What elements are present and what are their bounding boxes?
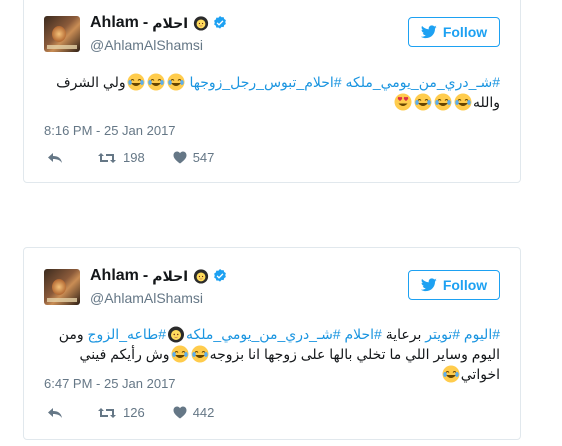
tweet-text-segment: برعاية xyxy=(381,326,426,342)
like-button[interactable]: 547 xyxy=(173,150,215,165)
follow-button[interactable]: Follow xyxy=(408,17,500,47)
joy-emoji-icon xyxy=(167,73,185,91)
joy-emoji-icon xyxy=(127,73,145,91)
retweet-icon xyxy=(98,152,116,163)
avatar[interactable] xyxy=(44,16,80,52)
display-name: Ahlam xyxy=(90,267,139,284)
tweet-text: #شـ_دري_من_يومي_ملكه #احلام_تبوس_رجل_زوج… xyxy=(44,72,500,112)
retweet-count: 126 xyxy=(123,405,145,420)
heart-eyes-emoji-icon xyxy=(394,93,412,111)
like-count: 547 xyxy=(192,150,215,165)
author-name[interactable]: Ahlam - احلام xyxy=(90,267,228,285)
joy-emoji-icon xyxy=(434,93,452,111)
avatar[interactable] xyxy=(44,269,80,305)
follow-button[interactable]: Follow xyxy=(408,270,500,300)
hashtag-link[interactable]: #احلام xyxy=(344,326,381,342)
woman-hijab-emoji-icon xyxy=(167,325,185,343)
follow-label: Follow xyxy=(442,24,488,40)
name-separator: - xyxy=(142,267,149,284)
reply-button[interactable] xyxy=(47,407,69,419)
woman-hijab-icon xyxy=(193,15,209,31)
hashtag-link[interactable]: #تويتر xyxy=(425,326,460,342)
joy-emoji-icon xyxy=(191,345,209,363)
tweet-timestamp[interactable]: 8:16 PM - 25 Jan 2017 xyxy=(44,123,176,138)
hashtag-link[interactable]: #طاعه_الزوج xyxy=(88,326,167,342)
joy-emoji-icon xyxy=(147,73,165,91)
hashtag-link[interactable]: #اليوم xyxy=(464,326,500,342)
joy-emoji-icon xyxy=(442,365,460,383)
tweet-card: Ahlam - احلام @AhlamAlShamsi Follow #الي… xyxy=(23,247,521,440)
tweet-timestamp[interactable]: 6:47 PM - 25 Jan 2017 xyxy=(44,376,176,391)
retweet-icon xyxy=(98,407,116,418)
like-count: 442 xyxy=(192,405,215,420)
like-button[interactable]: 442 xyxy=(173,405,215,420)
tweet-actions: 126 442 xyxy=(47,405,242,420)
reply-icon xyxy=(48,407,62,418)
verified-badge-icon xyxy=(212,268,228,284)
author-handle[interactable]: @AhlamAlShamsi xyxy=(90,37,203,53)
twitter-bird-icon xyxy=(420,25,437,39)
author-name[interactable]: Ahlam - احلام xyxy=(90,14,228,32)
author-handle[interactable]: @AhlamAlShamsi xyxy=(90,290,203,306)
heart-icon xyxy=(173,151,187,164)
twitter-bird-icon xyxy=(420,278,437,292)
name-separator: - xyxy=(142,14,149,31)
hashtag-link[interactable]: #شـ_دري_من_يومي_ملكه xyxy=(186,326,341,342)
hashtag-link[interactable]: #شـ_دري_من_يومي_ملكه xyxy=(345,74,500,90)
display-name: Ahlam xyxy=(90,14,139,31)
heart-icon xyxy=(173,406,187,419)
joy-emoji-icon xyxy=(454,93,472,111)
tweet-actions: 198 547 xyxy=(47,150,242,165)
reply-button[interactable] xyxy=(47,152,69,164)
tweet-card: Ahlam - احلام @AhlamAlShamsi Follow #شـ_… xyxy=(23,0,521,183)
reply-icon xyxy=(48,152,62,163)
hashtag-link[interactable]: #احلام_تبوس_رجل_زوجها xyxy=(189,74,341,90)
retweet-count: 198 xyxy=(123,150,145,165)
joy-emoji-icon xyxy=(171,345,189,363)
verified-badge-icon xyxy=(212,15,228,31)
joy-emoji-icon xyxy=(414,93,432,111)
display-name-arabic: احلام xyxy=(152,14,189,31)
tweet-text: #اليوم #تويتر برعاية #احلام #شـ_دري_من_ي… xyxy=(44,324,500,384)
follow-label: Follow xyxy=(442,277,488,293)
woman-hijab-icon xyxy=(193,268,209,284)
display-name-arabic: احلام xyxy=(152,267,189,284)
retweet-button[interactable]: 126 xyxy=(97,405,145,420)
retweet-button[interactable]: 198 xyxy=(97,150,145,165)
